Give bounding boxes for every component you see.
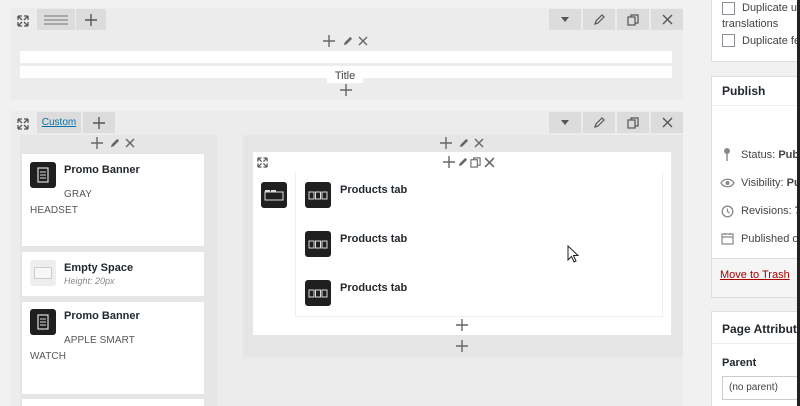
title-element-label: Title (327, 69, 363, 83)
delete-column-icon[interactable] (356, 34, 370, 48)
clone-row-icon[interactable] (617, 9, 649, 30)
expand-icon[interactable] (14, 12, 32, 30)
edit-column-icon[interactable] (107, 136, 121, 150)
edit-row-icon[interactable] (583, 9, 615, 30)
visibility-label-text: Visibility: (741, 177, 784, 189)
promo-banner-icon (30, 309, 56, 335)
add-element-icon[interactable] (322, 34, 336, 48)
promo-banner-subtitle-2: WATCH (30, 351, 67, 362)
column-layout-icon[interactable] (37, 9, 75, 30)
published-on-label: Published o (741, 233, 799, 245)
clone-tabs-icon[interactable] (469, 155, 482, 169)
parent-select[interactable]: (no parent) (722, 376, 800, 400)
page-attributes-title: Page Attribute (722, 322, 800, 336)
empty-space-title: Empty Space (64, 262, 134, 274)
add-tab-icon[interactable] (442, 155, 456, 169)
duplicate-fe-checkbox[interactable] (722, 34, 735, 47)
custom-layout-label: Custom (41, 117, 77, 128)
translations-label: translations (722, 18, 779, 30)
calendar-icon (720, 231, 734, 245)
edit-column-icon[interactable] (456, 136, 470, 150)
products-tab-icon (305, 280, 331, 306)
delete-column-icon[interactable] (123, 136, 137, 150)
products-tab-title[interactable]: Products tab (340, 184, 407, 196)
title-element-band-1 (20, 51, 672, 63)
status-pin-icon (721, 147, 733, 161)
clone-row-icon[interactable] (617, 112, 649, 133)
products-tab-title[interactable]: Products tab (340, 233, 407, 245)
add-element-icon[interactable] (90, 136, 104, 150)
promo-banner-title: Promo Banner (64, 310, 140, 322)
duplicate-fe-label: Duplicate fe (742, 35, 800, 47)
mouse-cursor-icon (567, 245, 579, 263)
empty-space-meta: Height: 20px (64, 276, 115, 286)
parent-label: Parent (722, 357, 757, 369)
custom-layout-tab[interactable]: Custom (37, 112, 81, 133)
duplicate-up-label: Duplicate up (742, 2, 800, 14)
visibility-eye-icon (720, 177, 735, 189)
revisions-label-text: Revisions: (741, 205, 792, 217)
add-tab-bottom-icon[interactable] (455, 318, 469, 332)
expand-icon[interactable] (14, 115, 32, 133)
status-label-text: Status: (741, 149, 776, 161)
promo-banner-subtitle-2: HEADSET (30, 205, 78, 216)
add-column-button[interactable] (76, 9, 106, 30)
edit-tabs-icon[interactable] (456, 155, 469, 169)
add-element-bottom-icon[interactable] (339, 83, 353, 97)
products-tab-title[interactable]: Products tab (340, 282, 407, 294)
revisions-history-icon (720, 204, 734, 218)
dropdown-toggle-icon[interactable] (549, 9, 581, 30)
parent-select-value: (no parent) (729, 382, 778, 393)
move-to-trash-link[interactable]: Move to Trash (720, 269, 790, 281)
publish-header-divider (712, 105, 800, 106)
expand-icon[interactable] (255, 155, 269, 169)
close-row-icon[interactable] (651, 112, 683, 133)
duplicate-up-checkbox[interactable] (722, 2, 735, 15)
publish-title: Publish (722, 84, 766, 98)
edit-row-icon[interactable] (583, 112, 615, 133)
products-tab-icon (305, 231, 331, 257)
visibility-label: Visibility: Pu (741, 177, 800, 189)
empty-space-icon (30, 260, 56, 286)
promo-banner-subtitle-1: GRAY (64, 189, 92, 200)
add-element-icon[interactable] (439, 136, 453, 150)
products-tab-icon (305, 182, 331, 208)
page-attributes-divider (712, 343, 800, 344)
dropdown-toggle-icon[interactable] (549, 112, 581, 133)
delete-tabs-icon[interactable] (482, 155, 496, 169)
promo-banner-subtitle-1: APPLE SMART (64, 335, 135, 346)
delete-column-icon[interactable] (472, 136, 486, 150)
promo-banner-title: Promo Banner (64, 164, 140, 176)
close-row-icon[interactable] (651, 9, 683, 30)
revisions-label: Revisions: 7 (741, 205, 800, 217)
add-element-bottom-icon[interactable] (455, 339, 469, 353)
status-label: Status: Publ (741, 149, 800, 161)
promo-banner-icon (30, 162, 56, 188)
add-column-button[interactable] (83, 112, 115, 133)
partial-card (22, 399, 204, 406)
edit-column-icon[interactable] (340, 34, 354, 48)
tabs-element-icon (261, 182, 287, 208)
